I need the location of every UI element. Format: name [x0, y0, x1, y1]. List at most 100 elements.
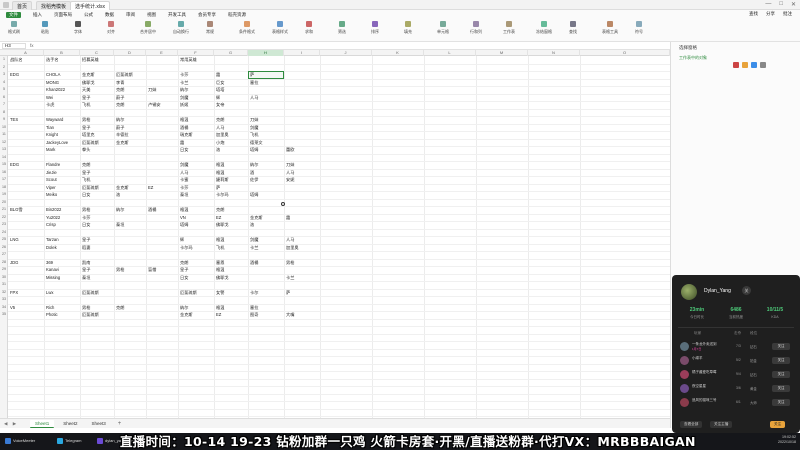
grid-cell[interactable]: Tarzan — [46, 236, 79, 244]
grid-cell[interactable]: 人马 — [286, 169, 319, 177]
grid-cell[interactable]: 格温 — [180, 206, 213, 214]
close-icon[interactable]: ✕ — [791, 1, 796, 8]
grid-cell[interactable]: 卡蜜 — [180, 176, 213, 184]
column-header[interactable]: J — [320, 50, 372, 56]
grid-cell[interactable]: V5 — [10, 304, 43, 312]
row-header[interactable] — [0, 349, 8, 357]
grid-cell[interactable]: 女警 — [216, 289, 247, 297]
column-header[interactable]: H — [248, 50, 284, 56]
row-header[interactable]: 34 — [0, 304, 8, 312]
grid-cell[interactable]: 格温 — [180, 116, 213, 124]
spreadsheet-grid[interactable]: ABCDEFGHIJKLMNO 1 2 3 4 5 6 7 8 9 10 11 12 13 14 15 16 1… — [0, 50, 670, 418]
grid-cell[interactable]: TES — [10, 116, 43, 124]
grid-cell[interactable]: 克朗 — [116, 101, 145, 109]
row-header[interactable]: 4 — [0, 79, 8, 87]
grid-cell[interactable]: 卢锡安 — [148, 101, 177, 109]
grid-cell[interactable]: 刀妹 — [250, 116, 283, 124]
ribbon-button[interactable]: 粘贴 — [41, 21, 49, 35]
ribbon-button[interactable]: 冻结窗格 — [536, 21, 552, 35]
ribbon-button[interactable]: 符号 — [635, 21, 643, 35]
grid-cell[interactable]: 日女 — [82, 221, 113, 229]
grid-cell[interactable]: 日女 — [180, 274, 213, 282]
sheet-tab[interactable]: Sheet3 — [87, 420, 111, 427]
menu-item[interactable]: 文件 — [6, 11, 21, 18]
grid-cell[interactable]: 加里奥 — [286, 244, 319, 252]
row-header[interactable]: 33 — [0, 296, 8, 304]
ribbon-button[interactable]: 查找 — [569, 21, 577, 35]
row-header[interactable]: 21 — [0, 206, 8, 214]
grid-cell[interactable]: Knight — [46, 131, 79, 139]
grid-cell[interactable]: 洛 — [250, 221, 283, 229]
ribbon-button[interactable]: 字体 — [74, 21, 82, 35]
grid-cell[interactable]: 选手名 — [46, 56, 79, 64]
grid-cell[interactable]: Wei — [46, 94, 79, 102]
grid-cell[interactable]: 佐伊 — [250, 176, 283, 184]
ribbon-button[interactable]: 筛选 — [338, 21, 346, 35]
grid-cell[interactable]: 日女 — [82, 191, 113, 199]
follow-button[interactable]: 关注 — [772, 357, 790, 364]
grid-cell[interactable]: Scout — [46, 176, 79, 184]
grid-cell[interactable]: 稻妻 — [82, 244, 113, 252]
grid-cell[interactable]: 泰坦 — [82, 274, 113, 282]
ribbon-button[interactable]: 自动换行 — [173, 21, 189, 35]
grid-cell[interactable]: 辉 — [216, 94, 247, 102]
menu-item[interactable]: 开发工具 — [168, 12, 186, 18]
grid-cell[interactable]: 瑞克斯 — [180, 131, 213, 139]
row-header[interactable] — [0, 379, 8, 387]
follow-streamer-button[interactable]: 关注主播 — [710, 421, 733, 428]
grid-cell[interactable]: 辛德拉 — [116, 131, 145, 139]
grid-cell[interactable]: 刀妹 — [148, 86, 177, 94]
grid-cell[interactable]: 塞恩 — [216, 259, 247, 267]
grid-cell[interactable]: JackeyLove — [46, 139, 79, 147]
row-header[interactable] — [0, 371, 8, 379]
grid-cell[interactable]: 飞机 — [82, 101, 113, 109]
row-header[interactable]: 6 — [0, 94, 8, 102]
row-header[interactable]: 11 — [0, 131, 8, 139]
grid-cell[interactable]: 佛耶戈 — [82, 79, 113, 87]
ribbon-button[interactable]: 对齐 — [107, 21, 115, 35]
row-header[interactable] — [0, 386, 8, 394]
menu-item[interactable]: 数据 — [105, 12, 114, 18]
grid-cell[interactable]: 泰坦 — [116, 221, 145, 229]
follow-button[interactable]: 关注 — [772, 371, 790, 378]
grid-cell[interactable]: 塞拉 — [250, 79, 283, 87]
menu-item[interactable]: 页面布局 — [54, 12, 72, 18]
grid-cell[interactable]: 巨女 — [216, 79, 247, 87]
grid-cell[interactable]: 厄斐琉斯 — [82, 311, 113, 319]
grid-cell[interactable]: 克朗 — [180, 259, 213, 267]
grid-cell[interactable]: 金克斯 — [116, 139, 145, 147]
grid-cell[interactable]: 凯南 — [82, 259, 113, 267]
row-header[interactable] — [0, 356, 8, 364]
grid-cell[interactable]: 蔚子 — [116, 124, 145, 132]
ribbon-button[interactable]: 表格样式 — [272, 21, 288, 35]
grid-cell[interactable]: 卡莎 — [180, 71, 213, 79]
grid-cell[interactable]: 酒 — [250, 169, 283, 177]
grid-cell[interactable]: 塔姆 — [250, 146, 283, 154]
grid-cell[interactable]: EZ — [216, 311, 247, 319]
grid-cell[interactable]: 盲僧 — [148, 266, 177, 274]
grid-cell[interactable]: Missing — [46, 274, 79, 282]
grid-cell[interactable]: Flandre — [46, 161, 79, 169]
column-header[interactable]: D — [114, 50, 146, 56]
grid-cell[interactable]: 剑魔 — [250, 124, 283, 132]
grid-cell[interactable]: 男枪 — [82, 206, 113, 214]
grid-cell[interactable]: 皇子 — [82, 124, 113, 132]
sheet-tab[interactable]: Sheet1 — [30, 419, 55, 428]
grid-cell[interactable]: 天美 — [82, 86, 113, 94]
grid-cell[interactable]: 厄斐琉斯 — [82, 139, 113, 147]
column-header[interactable]: N — [528, 50, 580, 56]
grid-cell[interactable]: 蔚子 — [116, 94, 145, 102]
grid-cell[interactable]: 纳尔 — [250, 161, 283, 169]
selected-cell[interactable] — [248, 71, 284, 79]
menu-item[interactable]: 插入 — [33, 12, 42, 18]
row-header[interactable]: 14 — [0, 154, 8, 162]
row-header[interactable]: 26 — [0, 244, 8, 252]
grid-cell[interactable]: 加里奥 — [216, 131, 247, 139]
menu-item[interactable]: 会员专享 — [198, 12, 216, 18]
ribbon-button[interactable]: 单元格 — [437, 21, 449, 35]
grid-cell[interactable]: 格温 — [216, 266, 247, 274]
row-header[interactable]: 2 — [0, 64, 8, 72]
grid-cell[interactable]: 卡尔玛 — [216, 191, 247, 199]
grid-cell[interactable]: EDG — [10, 71, 43, 79]
grid-cell[interactable]: 皇子 — [82, 236, 113, 244]
